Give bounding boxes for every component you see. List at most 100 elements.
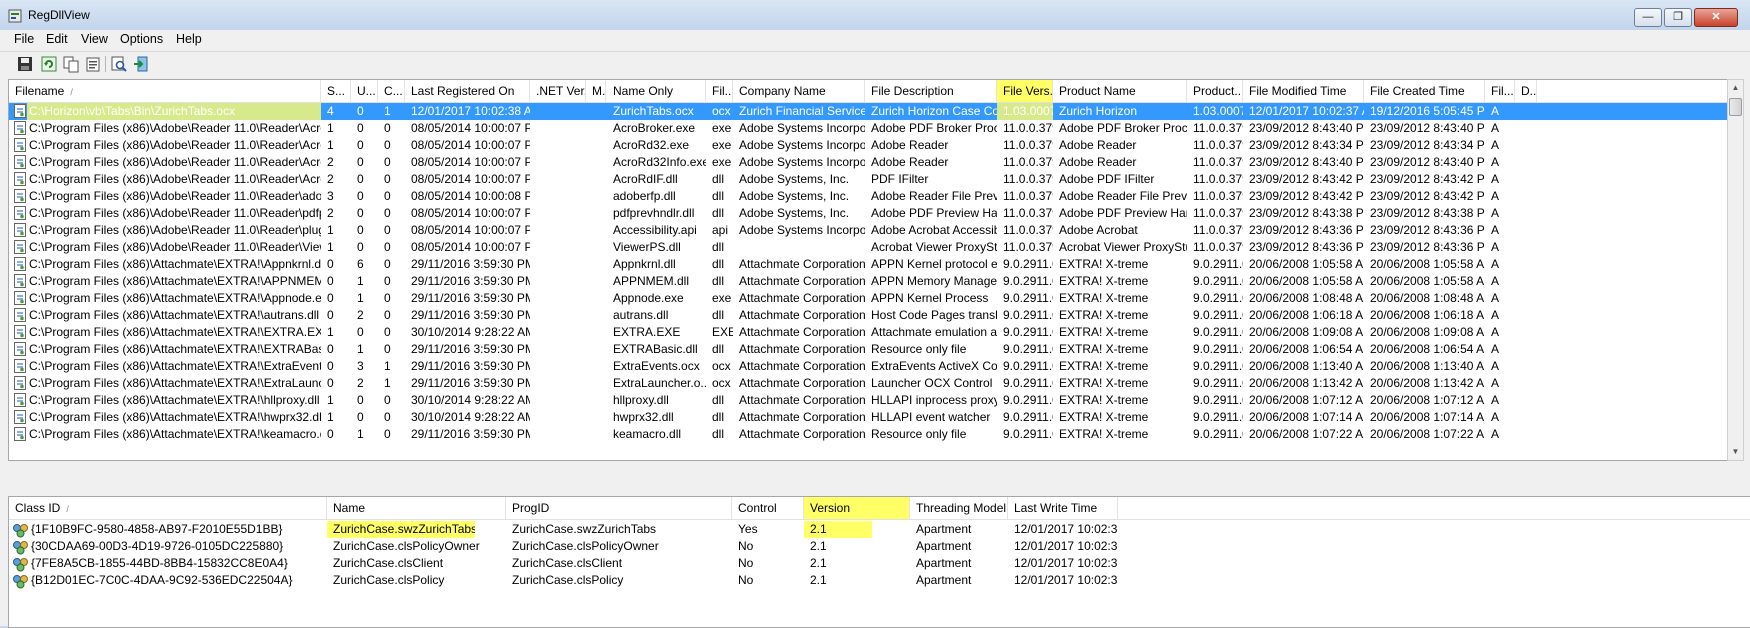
table-row[interactable]: C:\Program Files (x86)\Adobe\Reader 11.0…: [9, 239, 1728, 256]
table-row[interactable]: C:\Program Files (x86)\Attachmate\EXTRA!…: [9, 256, 1728, 273]
cell-m: [586, 120, 606, 137]
save-icon[interactable]: [16, 55, 34, 73]
cell-m: [586, 256, 606, 273]
cell-c: 0: [384, 155, 391, 169]
table-row[interactable]: C:\Program Files (x86)\Attachmate\EXTRA!…: [9, 341, 1728, 358]
scroll-up-icon[interactable]: ▲: [1728, 80, 1743, 96]
pane-splitter[interactable]: [0, 462, 1750, 494]
dll-col-header-file-created-time[interactable]: File Created Time: [1364, 80, 1485, 102]
table-row[interactable]: C:\Program Files (x86)\Attachmate\EXTRA!…: [9, 375, 1728, 392]
copy-icon[interactable]: [62, 55, 80, 73]
cell-company-name: Attachmate Corporation: [739, 342, 865, 356]
cell-fil: exe: [712, 155, 732, 169]
cell-company-name: Attachmate Corporation: [739, 291, 865, 305]
table-row[interactable]: C:\Program Files (x86)\Attachmate\EXTRA!…: [9, 358, 1728, 375]
cell-product: 9.0.2911.0: [1193, 325, 1243, 339]
dll-list-scrollbar[interactable]: ▲ ▼: [1727, 79, 1744, 461]
class-col-header-last-write-time[interactable]: Last Write Time: [1008, 497, 1118, 519]
cell-fil: A: [1491, 410, 1500, 424]
menu-file[interactable]: File: [14, 32, 34, 46]
maximize-button[interactable]: ❐: [1664, 8, 1692, 27]
table-row[interactable]: C:\Program Files (x86)\Adobe\Reader 11.0…: [9, 205, 1728, 222]
cell-c: 0: [384, 342, 391, 356]
menu-help[interactable]: Help: [176, 32, 202, 46]
class-col-header-version[interactable]: Version: [804, 497, 910, 519]
dll-col-header-product[interactable]: Product...: [1187, 80, 1243, 102]
table-row[interactable]: C:\Program Files (x86)\Attachmate\EXTRA!…: [9, 290, 1728, 307]
file-icon: [14, 206, 26, 220]
cell-fil: dll: [712, 172, 725, 186]
table-row[interactable]: C:\Program Files (x86)\Adobe\Reader 11.0…: [9, 154, 1728, 171]
scroll-down-icon[interactable]: ▼: [1728, 444, 1743, 460]
cell-net-ver: [530, 273, 586, 290]
table-row[interactable]: {1F10B9FC-9580-4858-AB97-F2010E55D1BB} Zu…: [9, 521, 1750, 538]
file-icon: [14, 274, 26, 288]
table-row[interactable]: C:\Program Files (x86)\Attachmate\EXTRA!…: [9, 392, 1728, 409]
cell-name-only: pdfprevhndlr.dll: [613, 206, 695, 220]
dll-col-header-fil[interactable]: Fil...: [1485, 80, 1515, 102]
class-col-header-control[interactable]: Control: [732, 497, 804, 519]
refresh-icon[interactable]: [40, 55, 58, 73]
cell-product: 11.0.0.379: [1193, 206, 1243, 220]
dll-col-header-name-only[interactable]: Name Only: [607, 80, 706, 102]
table-row[interactable]: C:\Program Files (x86)\Attachmate\EXTRA!…: [9, 426, 1728, 443]
dll-col-header-c[interactable]: C...: [378, 80, 405, 102]
dll-col-header-fil[interactable]: Fil...: [706, 80, 733, 102]
dll-col-header-s[interactable]: S...: [321, 80, 351, 102]
class-col-header-threading-model[interactable]: Threading Model: [910, 497, 1008, 519]
dll-list-view[interactable]: Filename / S... U... C... Last Registered On.…: [8, 79, 1729, 461]
dll-col-header-company-name[interactable]: Company Name: [733, 80, 865, 102]
dll-col-header-file-description[interactable]: File Description: [865, 80, 997, 102]
table-row[interactable]: C:\Program Files (x86)\Adobe\Reader 11.0…: [9, 120, 1728, 137]
file-icon: [14, 155, 26, 169]
table-row[interactable]: C:\Program Files (x86)\Adobe\Reader 11.0…: [9, 171, 1728, 188]
cell-company-name: Adobe Systems Incorpor...: [739, 121, 865, 135]
cell-product-name: EXTRA! X-treme: [1059, 410, 1149, 424]
find-icon[interactable]: [110, 55, 128, 73]
dll-col-header-u[interactable]: U...: [351, 80, 378, 102]
cell-fil: A: [1491, 206, 1500, 220]
dll-col-header-file-modified-time[interactable]: File Modified Time: [1243, 80, 1364, 102]
table-row[interactable]: {B12D01EC-7C0C-4DAA-9C92-536EDC22504A} Zu…: [9, 572, 1750, 589]
dll-col-header-product-name[interactable]: Product Name: [1053, 80, 1187, 102]
dll-col-header-d[interactable]: D...: [1515, 80, 1537, 102]
close-button[interactable]: ✕: [1694, 8, 1738, 27]
cell-u: 1: [357, 274, 364, 288]
table-row[interactable]: C:\Program Files (x86)\Attachmate\EXTRA!…: [9, 324, 1728, 341]
menu-options[interactable]: Options: [120, 32, 163, 46]
dll-col-header-net-ver[interactable]: .NET Ver...: [530, 80, 586, 102]
dll-col-header-last-registered-on[interactable]: Last Registered On: [405, 80, 530, 102]
cell-filename: C:\Program Files (x86)\Attachmate\EXTRA!…: [29, 410, 321, 424]
dll-col-header-filename[interactable]: Filename /: [9, 80, 321, 102]
cell-file-vers: 9.0.2911.0: [1003, 393, 1053, 407]
table-row[interactable]: C:\Horizon\vb\Tabs\Bin\ZurichTabs.ocx 4 0 1…: [9, 103, 1728, 120]
table-row[interactable]: C:\Program Files (x86)\Attachmate\EXTRA!…: [9, 273, 1728, 290]
table-row[interactable]: C:\Program Files (x86)\Attachmate\EXTRA!…: [9, 409, 1728, 426]
table-row[interactable]: C:\Program Files (x86)\Attachmate\EXTRA!…: [9, 307, 1728, 324]
class-col-header-class-id[interactable]: Class ID /: [9, 497, 327, 519]
cell-control: No: [738, 573, 754, 587]
cell-c: 0: [384, 393, 391, 407]
cell-file-description: Adobe Reader File Previ...: [871, 189, 997, 203]
scroll-thumb[interactable]: [1729, 98, 1742, 116]
class-col-header-progid[interactable]: ProgID: [506, 497, 732, 519]
exit-icon[interactable]: [132, 55, 150, 73]
dll-col-header-file-vers[interactable]: File Vers...: [997, 80, 1053, 102]
title-bar[interactable]: RegDllView — ❐ ✕: [0, 0, 1750, 30]
class-list-view[interactable]: Class ID / Name ProgID Control Version Threadi…: [8, 496, 1750, 628]
table-row[interactable]: C:\Program Files (x86)\Adobe\Reader 11.0…: [9, 137, 1728, 154]
dll-col-header-m[interactable]: M...: [586, 80, 606, 102]
menu-view[interactable]: View: [81, 32, 108, 46]
menu-edit[interactable]: Edit: [46, 32, 68, 46]
table-row[interactable]: C:\Program Files (x86)\Adobe\Reader 11.0…: [9, 222, 1728, 239]
minimize-button[interactable]: —: [1634, 8, 1662, 27]
table-row[interactable]: C:\Program Files (x86)\Adobe\Reader 11.0…: [9, 188, 1728, 205]
table-row[interactable]: {7FE8A5CB-1855-44BD-8BB4-15832CC8E0A4} Zu…: [9, 555, 1750, 572]
cell-fil: dll: [712, 393, 725, 407]
table-row[interactable]: {30CDAA69-00D3-4D19-9726-0105DC225880} Zu…: [9, 538, 1750, 555]
cell-filename: C:\Program Files (x86)\Adobe\Reader 11.0…: [29, 189, 321, 203]
class-col-header-name[interactable]: Name: [327, 497, 506, 519]
cell-net-ver: [530, 239, 586, 256]
properties-icon[interactable]: [84, 55, 102, 73]
cell-net-ver: [530, 103, 586, 120]
